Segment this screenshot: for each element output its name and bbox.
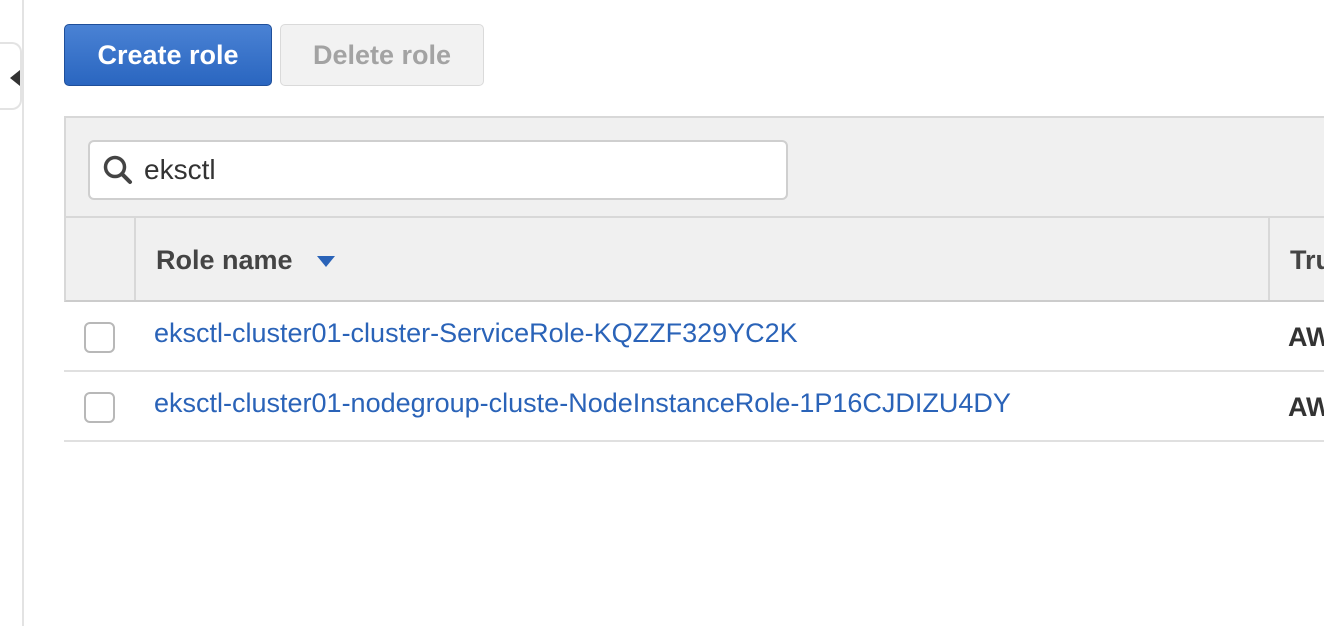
- table-row: eksctl-cluster01-cluster-ServiceRole-KQZ…: [64, 302, 1324, 372]
- table-row: eksctl-cluster01-nodegroup-cluste-NodeIn…: [64, 372, 1324, 442]
- sort-down-icon[interactable]: [317, 256, 335, 267]
- filter-bar: [64, 116, 1324, 218]
- column-separator: [1268, 218, 1270, 300]
- column-header-role-name[interactable]: Role name: [156, 245, 293, 276]
- sidebar-rail: [22, 0, 24, 626]
- trusted-entities-cell: AW: [1288, 392, 1324, 422]
- delete-role-button[interactable]: Delete role: [280, 24, 484, 86]
- sidebar-collapse-toggle[interactable]: [0, 42, 22, 110]
- search-input[interactable]: [142, 153, 746, 187]
- search-icon: [102, 154, 134, 186]
- table-header: Role name Tru: [64, 218, 1324, 302]
- roles-table: Role name Tru eksctl-cluster01-cluster-S…: [64, 116, 1324, 442]
- caret-left-icon: [10, 70, 20, 86]
- row-checkbox[interactable]: [84, 392, 115, 423]
- column-separator: [134, 218, 136, 300]
- role-name-link[interactable]: eksctl-cluster01-cluster-ServiceRole-KQZ…: [154, 318, 798, 349]
- row-checkbox[interactable]: [84, 322, 115, 353]
- create-role-button[interactable]: Create role: [64, 24, 272, 86]
- trusted-entities-cell: AW: [1288, 322, 1324, 352]
- search-field[interactable]: [88, 140, 788, 200]
- column-header-trusted-entities[interactable]: Tru: [1290, 245, 1324, 276]
- role-name-link[interactable]: eksctl-cluster01-nodegroup-cluste-NodeIn…: [154, 388, 1011, 419]
